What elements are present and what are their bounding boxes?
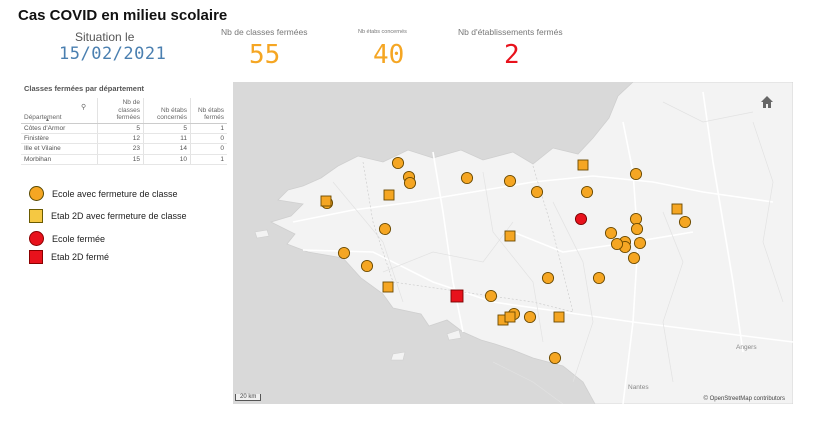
city-label-angers: Angers	[736, 344, 757, 351]
kpi-classes-value: 55	[249, 40, 281, 70]
red-circle-icon	[29, 231, 44, 246]
department-table: Département ▲ ⚲ Nb de classes fermées Nb…	[21, 98, 227, 166]
table-cell: 10	[142, 154, 191, 166]
school-marker[interactable]	[530, 185, 544, 199]
school-marker[interactable]	[580, 185, 594, 199]
map-attribution: © OpenStreetMap contributors	[703, 396, 785, 402]
school-marker[interactable]	[604, 226, 618, 240]
column-header-departement[interactable]: Département ▲ ⚲	[21, 98, 98, 125]
school-marker[interactable]	[629, 167, 643, 181]
school-marker[interactable]	[403, 176, 417, 190]
dashboard-title: Cas COVID en milieu scolaire	[18, 7, 228, 24]
legend-label: Etab 2D fermé	[51, 252, 110, 262]
search-icon[interactable]: ⚲	[81, 104, 86, 112]
legend-item-school[interactable]: Ecole avec fermeture de classe	[29, 186, 178, 201]
school-marker[interactable]	[360, 259, 374, 273]
etab2d-marker[interactable]	[504, 230, 516, 242]
school-marker[interactable]	[548, 351, 562, 365]
school-marker[interactable]	[678, 215, 692, 229]
column-header-etabs-fermes[interactable]: Nb étabs fermés	[190, 98, 227, 124]
red-square-icon	[29, 250, 43, 264]
etab2d-marker[interactable]	[320, 195, 332, 207]
etab2d-marker[interactable]	[383, 189, 395, 201]
etab2d-marker[interactable]	[504, 311, 516, 323]
legend-label: Etab 2D avec fermeture de classe	[51, 211, 187, 221]
orange-square-icon	[29, 209, 43, 223]
school-marker[interactable]	[378, 222, 392, 236]
school-marker[interactable]	[633, 236, 647, 250]
school-marker[interactable]	[629, 212, 643, 226]
school-marker[interactable]	[503, 174, 517, 188]
table-title: Classes fermées par département	[24, 84, 145, 93]
orange-circle-icon	[29, 186, 44, 201]
etab2d-closed-marker[interactable]	[450, 289, 464, 303]
school-marker[interactable]	[460, 171, 474, 185]
kpi-closed-label: Nb d'établissements fermés	[458, 27, 563, 37]
kpi-etabs-label: Nb étabs concernés	[358, 29, 407, 35]
table-cell: 0	[190, 133, 227, 145]
table-cell: 15	[97, 154, 144, 166]
table-row[interactable]: Finistère 12 11 0	[21, 133, 227, 145]
city-label-nantes: Nantes	[628, 384, 649, 391]
school-marker[interactable]	[630, 222, 644, 236]
table-row[interactable]: Ille et Vilaine 23 14 0	[21, 143, 227, 155]
etab2d-marker[interactable]	[382, 281, 394, 293]
table-cell: 5	[142, 123, 191, 134]
map-panel[interactable]: Angers Nantes 20 km © OpenStreetMap cont…	[233, 82, 793, 404]
kpi-closed-value: 2	[504, 40, 520, 70]
table-cell: Ille et Vilaine	[21, 143, 98, 155]
school-closed-marker[interactable]	[574, 212, 588, 226]
column-header-etabs[interactable]: Nb étabs concernés	[142, 98, 191, 124]
situation-label: Situation le	[75, 30, 135, 44]
school-marker[interactable]	[610, 237, 624, 251]
school-marker[interactable]	[592, 271, 606, 285]
school-marker[interactable]	[484, 289, 498, 303]
table-cell: Morbihan	[21, 154, 98, 166]
table-cell: 1	[190, 123, 227, 134]
table-cell: 1	[190, 154, 227, 166]
legend-item-etab2d[interactable]: Etab 2D avec fermeture de classe	[29, 209, 187, 223]
table-cell: 11	[142, 133, 191, 145]
school-marker[interactable]	[627, 251, 641, 265]
map-scale: 20 km	[235, 394, 262, 401]
legend-item-school-closed[interactable]: Ecole fermée	[29, 231, 105, 246]
table-cell: 23	[97, 143, 144, 155]
school-marker[interactable]	[523, 310, 537, 324]
table-cell: 12	[97, 133, 144, 145]
table-row[interactable]: Côtes d'Armor 5 5 1	[21, 123, 227, 134]
etab2d-marker[interactable]	[553, 311, 565, 323]
school-marker[interactable]	[541, 271, 555, 285]
column-header-classes[interactable]: Nb de classes fermées	[97, 98, 144, 124]
table-cell: Côtes d'Armor	[21, 123, 98, 134]
map-canvas[interactable]	[233, 82, 793, 404]
situation-date: 15/02/2021	[59, 44, 167, 64]
kpi-etabs-value: 40	[373, 40, 405, 70]
table-cell: Finistère	[21, 133, 98, 145]
sort-asc-icon[interactable]: ▲	[45, 117, 50, 125]
table-cell: 14	[142, 143, 191, 155]
legend-item-etab2d-closed[interactable]: Etab 2D fermé	[29, 250, 109, 264]
etab2d-marker[interactable]	[671, 203, 683, 215]
legend-label: Ecole avec fermeture de classe	[52, 188, 178, 199]
table-cell: 5	[97, 123, 144, 134]
table-row[interactable]: Morbihan 15 10 1	[21, 154, 227, 166]
kpi-classes-label: Nb de classes fermées	[221, 27, 308, 37]
school-marker[interactable]	[391, 156, 405, 170]
school-marker[interactable]	[337, 246, 351, 260]
etab2d-marker[interactable]	[577, 159, 589, 171]
legend-label: Ecole fermée	[52, 233, 106, 244]
column-header-label: Département	[24, 114, 62, 121]
table-cell: 0	[190, 143, 227, 155]
